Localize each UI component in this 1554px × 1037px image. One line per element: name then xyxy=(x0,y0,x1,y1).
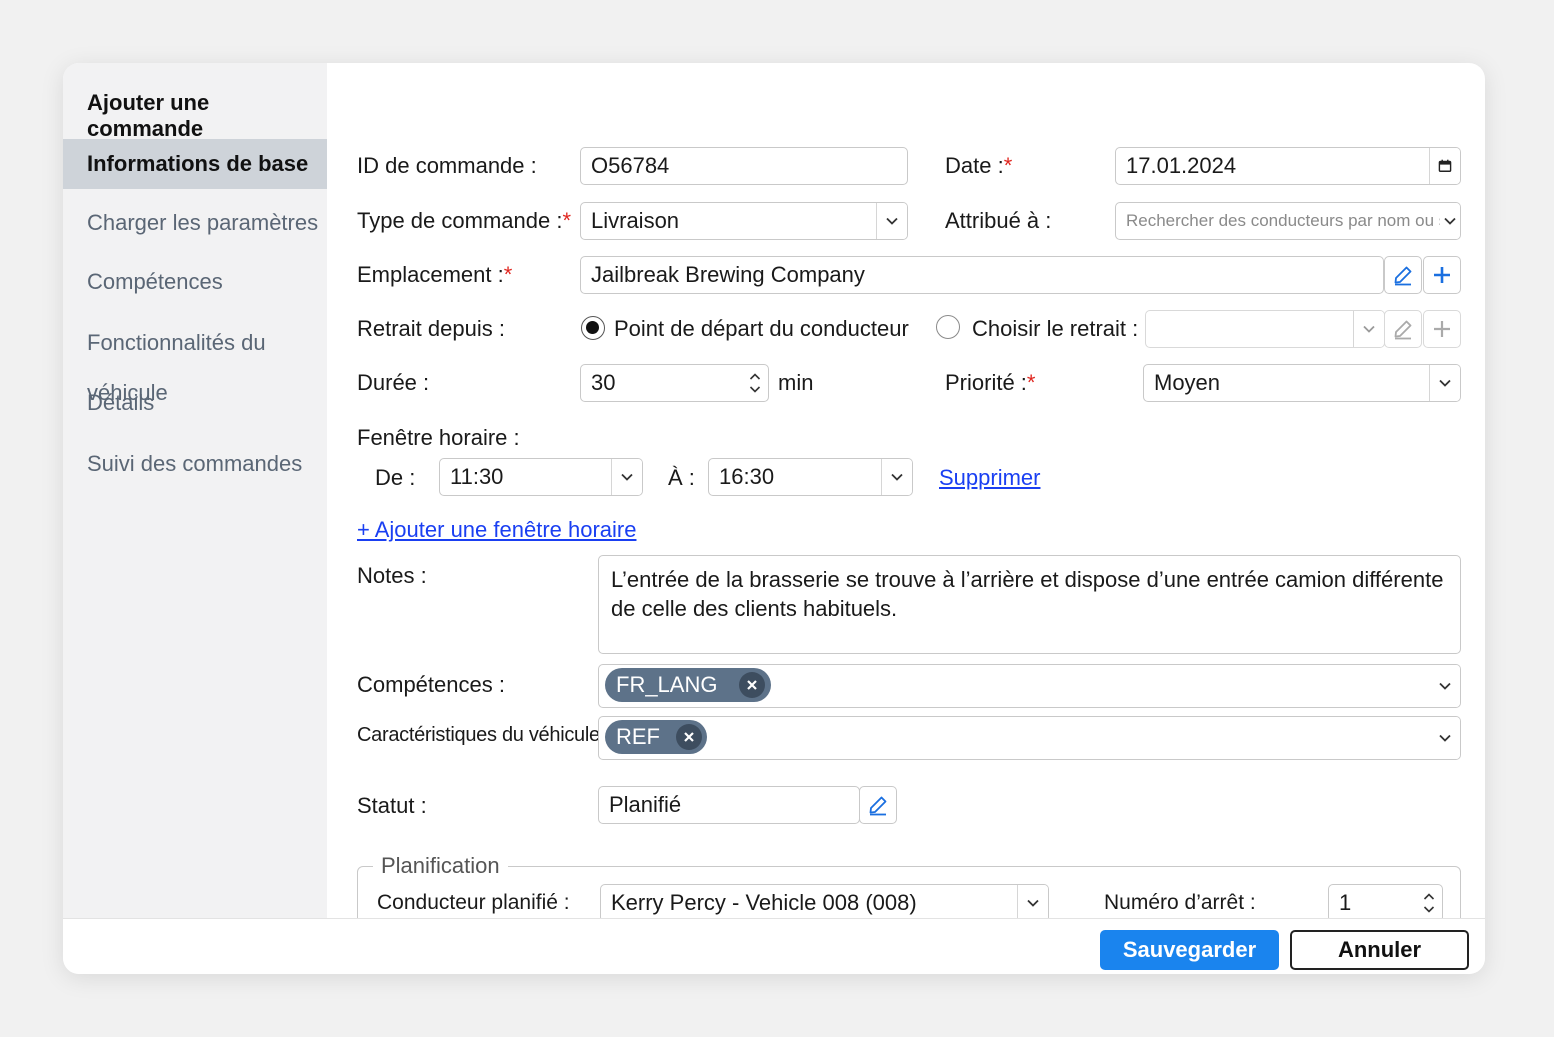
chevron-down-icon xyxy=(881,459,912,495)
assigned-to-label: Attribué à : xyxy=(945,208,1052,233)
vehicle-feature-chip-label: REF xyxy=(616,724,660,749)
priority-value: Moyen xyxy=(1154,370,1221,395)
chevron-down-icon xyxy=(1429,365,1460,401)
chevron-down-icon xyxy=(1353,311,1384,347)
notes-textarea[interactable]: L’entrée de la brasserie se trouve à l’a… xyxy=(598,555,1461,654)
time-window-label: Fenêtre horaire : xyxy=(357,425,520,450)
pickup-select[interactable] xyxy=(1145,310,1385,348)
priority-select[interactable]: Moyen xyxy=(1143,364,1461,402)
status-edit-button[interactable] xyxy=(859,786,897,824)
sidebar: Ajouter une commande Informations de bas… xyxy=(63,63,327,919)
order-type-value: Livraison xyxy=(591,208,680,233)
time-from-value: 11:30 xyxy=(450,464,504,489)
dialog-title: Ajouter une commande xyxy=(87,90,210,141)
sidebar-item-basic-info[interactable]: Informations de base xyxy=(63,139,327,189)
stop-number-input[interactable]: 1 xyxy=(1328,884,1443,919)
skill-chip-label: FR_LANG xyxy=(616,672,718,697)
chevron-down-icon xyxy=(1423,906,1435,913)
pickup-choose-option-label: Choisir le retrait : xyxy=(972,316,1139,341)
order-id-input[interactable]: O56784 xyxy=(580,147,908,185)
date-value: 17.01.2024 xyxy=(1126,153,1237,178)
skills-label: Compétences : xyxy=(357,672,505,697)
pickup-driver-radio[interactable] xyxy=(581,316,605,340)
location-edit-button[interactable] xyxy=(1384,256,1422,294)
plus-icon xyxy=(1434,267,1450,283)
chevron-up-icon xyxy=(749,373,761,380)
sidebar-item-order-tracking[interactable]: Suivi des commandes xyxy=(63,439,327,489)
pencil-icon xyxy=(869,796,887,816)
pickup-driver-option-label: Point de départ du conducteur xyxy=(614,316,909,341)
chevron-down-icon xyxy=(1430,665,1460,707)
vehicle-features-multiselect[interactable] xyxy=(598,716,1461,760)
save-button[interactable]: Sauvegarder xyxy=(1100,930,1279,970)
chevron-up-icon xyxy=(1423,893,1435,900)
pencil-icon xyxy=(1394,266,1412,286)
order-id-value: O56784 xyxy=(591,153,670,178)
order-type-select[interactable]: Livraison xyxy=(580,202,908,240)
delete-time-window-link[interactable]: Supprimer xyxy=(939,465,1040,491)
time-from-label: De : xyxy=(375,465,416,490)
planned-driver-label: Conducteur planifié : xyxy=(377,891,570,914)
form-area: ID de commande : O56784 Date :* 17.01.20… xyxy=(327,63,1485,919)
status-value: Planifié xyxy=(609,792,682,817)
chevron-down-icon xyxy=(1440,203,1460,239)
status-label: Statut : xyxy=(357,793,427,818)
dialog-footer: Sauvegarder Annuler xyxy=(63,918,1485,974)
vehicle-feature-chip: REF xyxy=(605,720,707,754)
assigned-to-search[interactable]: Rechercher des conducteurs par nom ou se xyxy=(1115,202,1461,240)
date-label: Date :* xyxy=(945,153,1013,178)
sidebar-item-vehicle-features[interactable]: Fonctionnalités du véhicule xyxy=(63,318,327,405)
chevron-down-icon xyxy=(1430,717,1460,759)
duration-stepper[interactable] xyxy=(742,365,768,401)
location-value: Jailbreak Brewing Company xyxy=(591,262,865,287)
location-label: Emplacement :* xyxy=(357,262,513,287)
duration-label: Durée : xyxy=(357,370,430,395)
pickup-choose-radio[interactable] xyxy=(936,315,960,339)
pencil-icon xyxy=(1394,320,1412,340)
status-input: Planifié xyxy=(598,786,860,824)
chevron-down-icon xyxy=(611,459,642,495)
time-from-select[interactable]: 11:30 xyxy=(439,458,643,496)
location-add-button[interactable] xyxy=(1423,256,1461,294)
time-to-value: 16:30 xyxy=(719,464,775,489)
add-order-dialog: Ajouter une commande Informations de bas… xyxy=(63,63,1485,974)
planned-driver-value: Kerry Percy - Vehicle 008 (008) xyxy=(611,890,917,915)
chevron-down-icon xyxy=(876,203,907,239)
calendar-icon[interactable] xyxy=(1429,148,1460,184)
skill-chip: FR_LANG xyxy=(605,668,771,702)
pickup-label: Retrait depuis : xyxy=(357,316,505,341)
pickup-add-button[interactable] xyxy=(1423,310,1461,348)
date-input[interactable]: 17.01.2024 xyxy=(1115,147,1461,185)
duration-unit: min xyxy=(778,370,814,395)
planned-driver-select[interactable]: Kerry Percy - Vehicle 008 (008) xyxy=(600,884,1049,919)
stop-number-stepper[interactable] xyxy=(1416,885,1442,919)
time-to-select[interactable]: 16:30 xyxy=(708,458,913,496)
close-icon[interactable] xyxy=(676,724,702,750)
stop-number-label: Numéro d’arrêt : xyxy=(1104,891,1256,914)
order-id-label: ID de commande : xyxy=(357,153,537,178)
chevron-down-icon xyxy=(749,386,761,393)
priority-label: Priorité :* xyxy=(945,370,1036,395)
plus-icon xyxy=(1434,321,1450,337)
planning-legend: Planification xyxy=(373,853,508,879)
time-to-label: À : xyxy=(668,465,695,490)
duration-input[interactable]: 30 xyxy=(580,364,769,402)
cancel-button[interactable]: Annuler xyxy=(1290,930,1469,970)
sidebar-item-skills[interactable]: Compétences xyxy=(63,257,327,307)
assigned-to-placeholder: Rechercher des conducteurs par nom ou se xyxy=(1126,211,1457,230)
duration-value: 30 xyxy=(591,370,616,395)
close-icon[interactable] xyxy=(739,672,765,698)
notes-label: Notes : xyxy=(357,563,427,588)
add-time-window-link[interactable]: + Ajouter une fenêtre horaire xyxy=(357,517,636,543)
sidebar-item-load-params[interactable]: Charger les paramètres xyxy=(63,198,327,248)
sidebar-item-details[interactable]: Détails xyxy=(63,378,327,428)
location-input[interactable]: Jailbreak Brewing Company xyxy=(580,256,1384,294)
order-type-label: Type de commande :* xyxy=(357,208,572,233)
pickup-edit-button[interactable] xyxy=(1384,310,1422,348)
vehicle-features-label: Caractéristiques du véhicule : xyxy=(357,724,611,746)
chevron-down-icon xyxy=(1017,885,1048,919)
stop-number-value: 1 xyxy=(1339,890,1352,915)
